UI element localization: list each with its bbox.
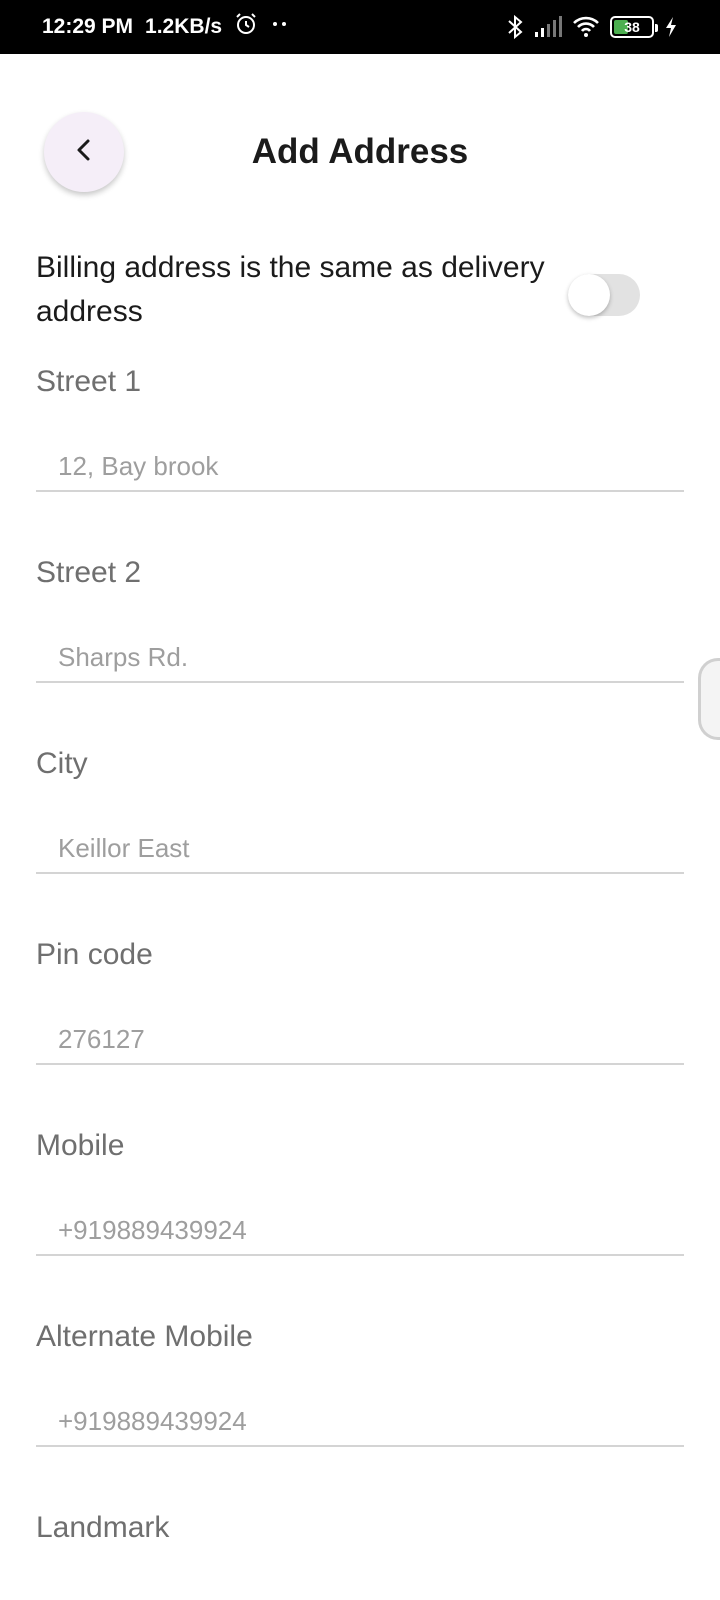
alternate-mobile-input[interactable]: [36, 1397, 684, 1447]
alarm-icon: [234, 12, 258, 42]
city-field: City: [36, 744, 684, 874]
toggle-knob: [568, 274, 610, 316]
alternate-mobile-label: Alternate Mobile: [36, 1320, 253, 1353]
street2-field: Street 2: [36, 553, 684, 683]
page-title: Add Address: [251, 132, 469, 171]
landmark-label: Landmark: [36, 1511, 170, 1544]
street1-input[interactable]: [36, 442, 684, 492]
charging-icon: [664, 16, 678, 38]
pincode-field: Pin code: [36, 935, 684, 1065]
alternate-mobile-field: Alternate Mobile: [36, 1317, 684, 1447]
street2-input[interactable]: [36, 633, 684, 683]
pincode-input[interactable]: [36, 1015, 684, 1065]
city-input[interactable]: [36, 824, 684, 874]
status-bar: 12:29 PM 1.2KB/s 38: [0, 0, 720, 54]
mobile-field: Mobile: [36, 1126, 684, 1256]
mobile-label: Mobile: [36, 1129, 125, 1162]
wifi-icon: [572, 16, 600, 38]
mobile-input[interactable]: [36, 1206, 684, 1256]
more-dots-icon: [270, 12, 290, 42]
pincode-label: Pin code: [36, 938, 153, 971]
street2-label: Street 2: [36, 556, 142, 589]
city-label: City: [36, 747, 88, 780]
edge-swipe-handle[interactable]: [698, 658, 720, 740]
landmark-field: Landmark: [36, 1508, 684, 1548]
signal-icon: [534, 16, 562, 38]
street1-label: Street 1: [36, 365, 142, 398]
street1-field: Street 1: [36, 362, 684, 492]
battery-icon: 38: [610, 16, 658, 38]
billing-same-toggle[interactable]: [568, 274, 640, 316]
bluetooth-icon: [506, 14, 524, 40]
billing-same-label: Billing address is the same as delivery …: [36, 251, 545, 328]
status-speed: 1.2KB/s: [145, 15, 223, 38]
status-time: 12:29 PM: [42, 15, 134, 38]
header: Add Address: [0, 54, 720, 194]
battery-level: 38: [624, 19, 640, 35]
